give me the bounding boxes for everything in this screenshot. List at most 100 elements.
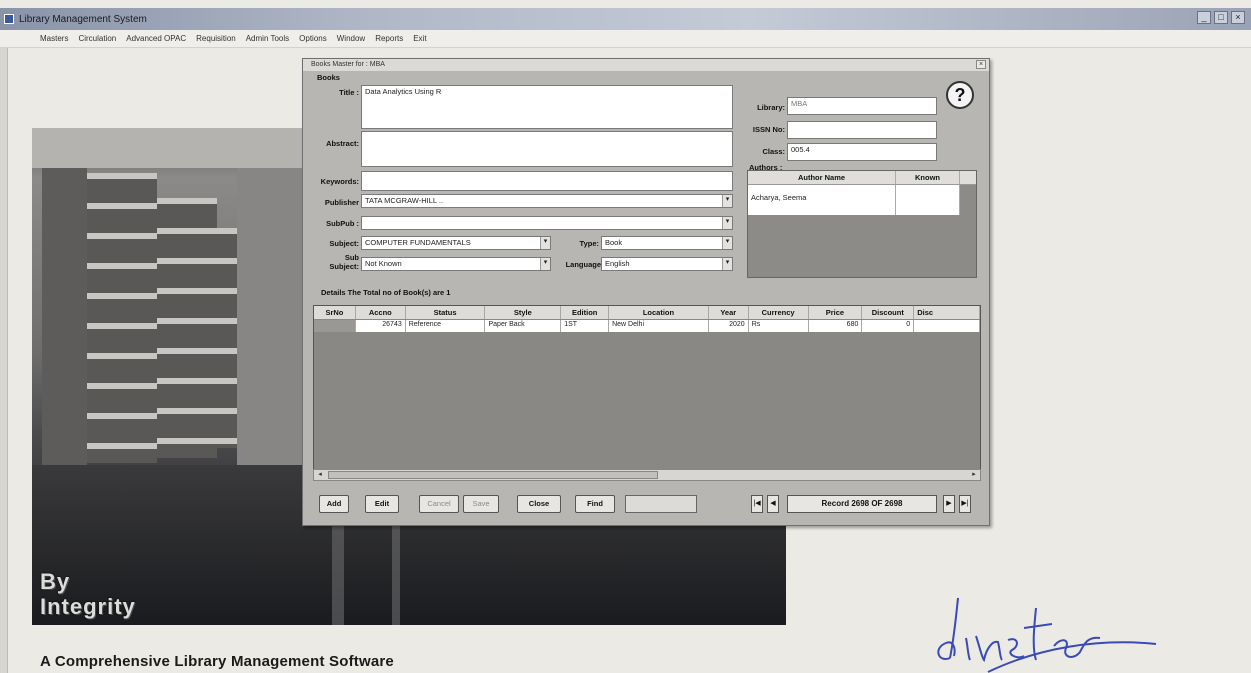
issn-field[interactable] — [787, 121, 937, 139]
abstract-field[interactable] — [361, 131, 733, 167]
library-field[interactable]: MBA — [787, 97, 937, 115]
find-button[interactable]: Find — [575, 495, 615, 513]
first-record-button[interactable]: |◀ — [751, 495, 763, 513]
status-cell: Reference — [406, 320, 486, 332]
author-name-header: Author Name — [748, 171, 896, 184]
table-row[interactable]: Acharya, Seema — [748, 185, 960, 215]
authors-header: Author Name Known — [748, 171, 976, 185]
chevron-down-icon[interactable]: ▾ — [722, 217, 732, 229]
record-indicator: Record 2698 OF 2698 — [787, 495, 937, 513]
window-controls: _ □ × — [1197, 11, 1245, 24]
menu-circulation[interactable]: Circulation — [78, 34, 116, 43]
sub-subject-combo[interactable]: Not Known ▾ — [361, 257, 551, 271]
col-discount: Discount — [862, 306, 915, 319]
prev-record-button[interactable]: ◀ — [767, 495, 779, 513]
col-edition: Edition — [561, 306, 610, 319]
currency-cell: Rs — [749, 320, 809, 332]
class-field[interactable]: 005.4 — [787, 143, 937, 161]
minimize-button[interactable]: _ — [1197, 11, 1211, 24]
chevron-down-icon[interactable]: ▾ — [722, 195, 732, 207]
authors-grid: Author Name Known Acharya, Seema — [747, 170, 977, 278]
bookshelf-shape — [87, 173, 157, 463]
menu-options[interactable]: Options — [299, 34, 327, 43]
scrollbar-thumb[interactable] — [328, 471, 658, 479]
dialog-button-row: Add Edit Cancel Save Close Find |◀ ◀ Rec… — [313, 491, 981, 517]
author-name-cell: Acharya, Seema — [748, 185, 896, 215]
menubar: Masters Circulation Advanced OPAC Requis… — [0, 30, 1251, 48]
type-value: Book — [605, 238, 623, 247]
sub-subject-label-line2: Subject: — [329, 262, 359, 271]
dialog-close-icon[interactable]: × — [976, 60, 986, 69]
brand-line-1: By — [40, 569, 71, 594]
dialog-title: Books Master for : MBA — [311, 61, 385, 68]
title-label: Title : — [339, 88, 359, 97]
disc-cell — [914, 320, 980, 332]
col-srno: SrNo — [314, 306, 356, 319]
title-field[interactable]: Data Analytics Using R — [361, 85, 733, 129]
brand-line-2: Integrity — [40, 594, 136, 619]
subpub-label: SubPub : — [326, 219, 359, 228]
horizontal-scrollbar[interactable]: ◂ ▸ — [313, 469, 981, 481]
col-year: Year — [709, 306, 749, 319]
books-master-dialog: Books Master for : MBA × Books Title : D… — [302, 58, 990, 526]
menu-window[interactable]: Window — [337, 34, 365, 43]
last-record-button[interactable]: ▶| — [959, 495, 971, 513]
type-combo[interactable]: Book ▾ — [601, 236, 733, 250]
books-section-label: Books — [317, 73, 340, 82]
col-location: Location — [609, 306, 709, 319]
app-title: Library Management System — [19, 13, 147, 25]
sub-subject-label: Sub Subject: — [307, 253, 359, 271]
table-row[interactable]: 26743 Reference Paper Back 1ST New Delhi… — [314, 320, 980, 332]
handwritten-signature — [937, 597, 1157, 673]
menu-admin-tools[interactable]: Admin Tools — [246, 34, 289, 43]
class-label: Class: — [762, 147, 785, 156]
language-combo[interactable]: English ▾ — [601, 257, 733, 271]
menu-reports[interactable]: Reports — [375, 34, 403, 43]
subject-combo[interactable]: COMPUTER FUNDAMENTALS ▾ — [361, 236, 551, 250]
sub-subject-value: Not Known — [365, 259, 402, 268]
brand-watermark: By Integrity — [40, 569, 136, 619]
edit-button[interactable]: Edit — [365, 495, 399, 513]
menu-requisition[interactable]: Requisition — [196, 34, 236, 43]
dialog-titlebar: Books Master for : MBA × — [303, 59, 989, 71]
col-disc: Disc — [914, 306, 980, 319]
app-titlebar: Library Management System _ □ × — [0, 8, 1251, 30]
menu-advanced-opac[interactable]: Advanced OPAC — [126, 34, 186, 43]
subpub-combo[interactable]: ▾ — [361, 216, 733, 230]
publisher-combo[interactable]: TATA MCGRAW-HILL .. ▾ — [361, 194, 733, 208]
cancel-button[interactable]: Cancel — [419, 495, 459, 513]
location-cell: New Delhi — [609, 320, 709, 332]
col-currency: Currency — [749, 306, 809, 319]
next-record-button[interactable]: ▶ — [943, 495, 955, 513]
close-window-button[interactable]: × — [1231, 11, 1245, 24]
known-cell — [896, 185, 960, 215]
close-button[interactable]: Close — [517, 495, 561, 513]
chevron-down-icon[interactable]: ▾ — [722, 258, 732, 270]
find-input[interactable] — [625, 495, 697, 513]
scroll-left-icon[interactable]: ◂ — [314, 470, 326, 480]
scroll-right-icon[interactable]: ▸ — [968, 470, 980, 480]
subject-label: Subject: — [329, 239, 359, 248]
maximize-button[interactable]: □ — [1214, 11, 1228, 24]
price-cell: 680 — [809, 320, 863, 332]
menu-masters[interactable]: Masters — [40, 34, 68, 43]
library-label: Library: — [757, 103, 785, 112]
window-left-border — [0, 48, 8, 673]
app-icon — [4, 14, 14, 24]
chevron-down-icon[interactable]: ▾ — [722, 237, 732, 249]
issn-label: ISSN No: — [752, 125, 785, 134]
add-button[interactable]: Add — [319, 495, 349, 513]
details-header: SrNo Accno Status Style Edition Location… — [314, 306, 980, 320]
keywords-field[interactable] — [361, 171, 733, 191]
help-icon[interactable]: ? — [946, 81, 974, 109]
save-button[interactable]: Save — [463, 495, 499, 513]
col-price: Price — [809, 306, 863, 319]
srno-cell — [314, 320, 356, 332]
publisher-label: Publisher — [324, 198, 359, 207]
accno-cell: 26743 — [356, 320, 406, 332]
type-label: Type: — [579, 239, 599, 248]
subject-value: COMPUTER FUNDAMENTALS — [365, 238, 471, 247]
chevron-down-icon[interactable]: ▾ — [540, 237, 550, 249]
menu-exit[interactable]: Exit — [413, 34, 426, 43]
year-cell: 2020 — [709, 320, 749, 332]
